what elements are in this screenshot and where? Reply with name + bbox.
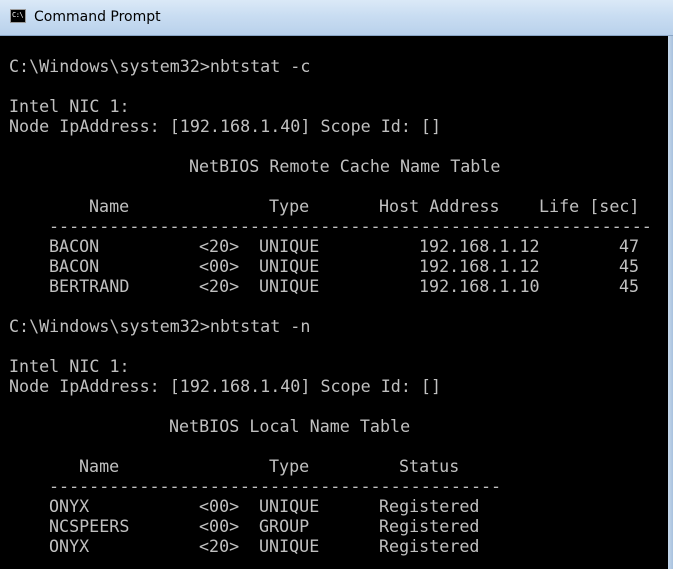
row-status: Registered xyxy=(379,536,480,556)
row-name: BACON xyxy=(49,256,100,276)
column-header-name: Name xyxy=(79,456,120,476)
row-type: UNIQUE xyxy=(259,256,320,276)
column-header-host-address: Host Address xyxy=(379,196,500,216)
row-name: BACON xyxy=(49,236,100,256)
nic-label: Intel NIC 1: xyxy=(9,96,130,116)
column-header-status: Status xyxy=(399,456,460,476)
row-code: <20> xyxy=(199,536,240,556)
window-frame-right xyxy=(668,36,673,569)
row-life: 45 xyxy=(619,256,640,276)
column-header-life: Life [sec] xyxy=(539,196,640,216)
node-ip-line: Node IpAddress: [192.168.1.40] Scope Id:… xyxy=(9,376,442,396)
table-title: NetBIOS Local Name Table xyxy=(169,416,411,436)
table-title: NetBIOS Remote Cache Name Table xyxy=(189,156,501,176)
row-code: <20> xyxy=(199,276,240,296)
nic-label: Intel NIC 1: xyxy=(9,356,130,376)
console-icon[interactable]: C:\ xyxy=(10,9,26,23)
row-name: ONYX xyxy=(49,536,90,556)
title-bar[interactable]: C:\ Command Prompt xyxy=(0,0,673,36)
row-life: 45 xyxy=(619,276,640,296)
row-name: ONYX xyxy=(49,496,90,516)
table-separator: ----------------------------------------… xyxy=(49,476,499,496)
column-header-type: Type xyxy=(269,196,310,216)
console-output[interactable]: C:\Windows\system32>nbtstat -c Intel NIC… xyxy=(0,36,668,569)
node-ip-line: Node IpAddress: [192.168.1.40] Scope Id:… xyxy=(9,116,442,136)
row-code: <00> xyxy=(199,256,240,276)
row-type: UNIQUE xyxy=(259,276,320,296)
row-type: GROUP xyxy=(259,516,310,536)
row-name: BERTRAND xyxy=(49,276,130,296)
row-type: UNIQUE xyxy=(259,236,320,256)
window-title: Command Prompt xyxy=(34,9,161,25)
row-host-address: 192.168.1.12 xyxy=(419,236,540,256)
command-line: C:\Windows\system32>nbtstat -n xyxy=(9,316,311,336)
row-name: NCSPEERS xyxy=(49,516,130,536)
row-type: UNIQUE xyxy=(259,536,320,556)
table-separator: ----------------------------------------… xyxy=(49,216,649,236)
row-code: <00> xyxy=(199,496,240,516)
row-code: <00> xyxy=(199,516,240,536)
row-life: 47 xyxy=(619,236,640,256)
row-host-address: 192.168.1.12 xyxy=(419,256,540,276)
column-header-type: Type xyxy=(269,456,310,476)
row-status: Registered xyxy=(379,496,480,516)
row-type: UNIQUE xyxy=(259,496,320,516)
command-line: C:\Windows\system32>nbtstat -c xyxy=(9,56,311,76)
row-status: Registered xyxy=(379,516,480,536)
row-code: <20> xyxy=(199,236,240,256)
row-host-address: 192.168.1.10 xyxy=(419,276,540,296)
column-header-name: Name xyxy=(89,196,130,216)
